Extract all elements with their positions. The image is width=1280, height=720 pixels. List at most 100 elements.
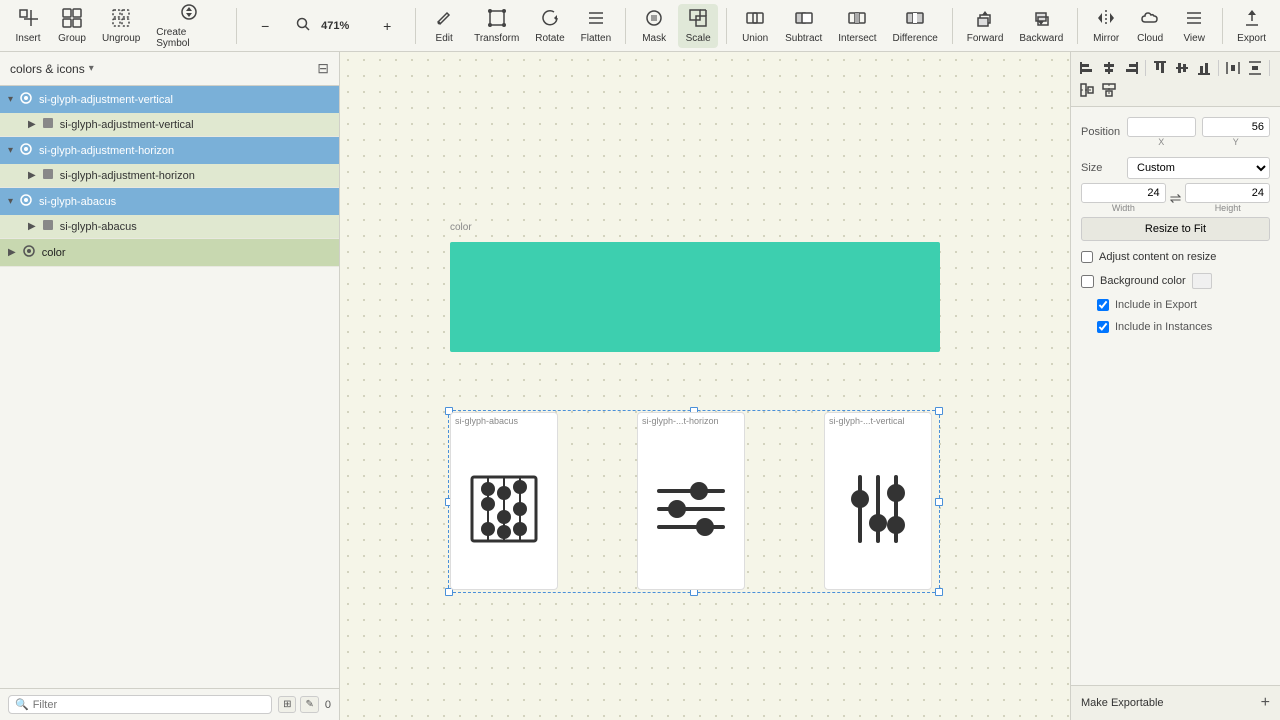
create-symbol-label: Create Symbol: [156, 27, 222, 49]
flatten-tool[interactable]: Flatten: [575, 4, 618, 48]
flatten-label: Flatten: [581, 33, 612, 44]
icon-frame-vertical[interactable]: si-glyph-...t-vertical: [824, 412, 932, 590]
handle-br[interactable]: [935, 588, 943, 596]
difference-tool[interactable]: Difference: [887, 4, 944, 48]
canvas[interactable]: color si-glyph-abacus: [340, 52, 1070, 720]
position-y-input[interactable]: [1202, 117, 1271, 137]
transform-tool[interactable]: Transform: [468, 4, 525, 48]
adjust-content-checkbox[interactable]: [1081, 251, 1093, 263]
divider-1: [236, 8, 237, 44]
include-instances-checkbox[interactable]: [1097, 321, 1109, 333]
group-tool[interactable]: Group: [52, 4, 92, 48]
distribute-h-button[interactable]: [1223, 58, 1243, 78]
insert-tool[interactable]: Insert: [8, 4, 48, 48]
filter-input[interactable]: [33, 699, 265, 711]
sidebar-collapse-button[interactable]: ⊟: [317, 60, 329, 77]
align-center-h-button[interactable]: [1099, 58, 1119, 78]
sidebar-title-text: colors & icons: [10, 62, 85, 76]
distribute-v-button[interactable]: [1245, 58, 1265, 78]
align-extra-1[interactable]: [1077, 80, 1097, 100]
tree-child-adjustment-vertical[interactable]: ▶ si-glyph-adjustment-vertical: [0, 113, 339, 136]
align-extra-2[interactable]: [1099, 80, 1119, 100]
union-tool[interactable]: Union: [735, 4, 775, 48]
size-section: Size Custom Fixed Stretch Width ⇌: [1081, 157, 1270, 241]
group-symbol-icon: [19, 91, 33, 108]
align-top-button[interactable]: [1150, 58, 1170, 78]
grid-view-button[interactable]: ⊞: [278, 696, 296, 713]
align-bottom-button[interactable]: [1194, 58, 1214, 78]
position-y-label: Y: [1202, 137, 1271, 147]
width-label: Width: [1081, 203, 1166, 213]
link-icon[interactable]: ⇌: [1170, 190, 1182, 207]
size-dropdown[interactable]: Custom Fixed Stretch: [1127, 157, 1270, 179]
handle-tr[interactable]: [935, 407, 943, 415]
rotate-tool[interactable]: Rotate: [529, 4, 570, 48]
group-icon: [62, 8, 82, 31]
zoom-out-tool[interactable]: −: [245, 15, 285, 37]
tree-group-label-2: si-glyph-adjustment-horizon: [39, 145, 174, 157]
edit-view-button[interactable]: ✎: [300, 696, 318, 713]
width-input[interactable]: [1081, 183, 1166, 203]
tree-child-adjustment-horizon[interactable]: ▶ si-glyph-adjustment-horizon: [0, 164, 339, 187]
position-x-input[interactable]: [1127, 117, 1196, 137]
tree-child-label-2: si-glyph-adjustment-horizon: [60, 170, 195, 182]
background-color-swatch[interactable]: [1192, 273, 1212, 289]
backward-tool[interactable]: Backward: [1013, 4, 1069, 48]
tree-child-chevron: ▶: [28, 119, 36, 130]
mask-tool[interactable]: Mask: [634, 4, 674, 48]
forward-tool[interactable]: Forward: [961, 4, 1010, 48]
icon-frame-abacus[interactable]: si-glyph-abacus: [450, 412, 558, 590]
create-symbol-icon: [179, 2, 199, 25]
tree-group-header-color[interactable]: ▶ color: [0, 239, 339, 266]
group-symbol-icon-2: [19, 142, 33, 159]
scale-tool[interactable]: Scale: [678, 4, 718, 48]
view-icon: [1184, 8, 1204, 31]
align-right-button[interactable]: [1121, 58, 1141, 78]
height-input[interactable]: [1185, 183, 1270, 203]
sidebar-header: colors & icons ▾ ⊟: [0, 52, 339, 86]
chevron-down-icon: ▾: [8, 94, 13, 105]
align-divider-1: [1145, 60, 1146, 76]
zoom-in-tool[interactable]: +: [367, 15, 407, 37]
include-instances-row: Include in Instances: [1081, 321, 1270, 333]
background-color-checkbox[interactable]: [1081, 275, 1094, 288]
edit-icon: [434, 8, 454, 31]
create-symbol-tool[interactable]: Create Symbol: [150, 0, 228, 53]
subtract-tool[interactable]: Subtract: [779, 4, 828, 48]
include-export-checkbox[interactable]: [1097, 299, 1109, 311]
edit-tool[interactable]: Edit: [424, 4, 464, 48]
intersect-tool[interactable]: Intersect: [832, 4, 882, 48]
view-label: View: [1183, 33, 1205, 44]
height-label: Height: [1185, 203, 1270, 213]
group-symbol-icon-3: [19, 193, 33, 210]
tree-group-header-adjustment-horizon[interactable]: ▾ si-glyph-adjustment-horizon: [0, 137, 339, 164]
transform-icon: [487, 8, 507, 31]
ungroup-tool[interactable]: Ungroup: [96, 4, 146, 48]
tree-group-header-abacus[interactable]: ▾ si-glyph-abacus: [0, 188, 339, 215]
align-left-button[interactable]: [1077, 58, 1097, 78]
ungroup-label: Ungroup: [102, 33, 140, 44]
make-exportable-button[interactable]: +: [1261, 694, 1270, 712]
include-export-label: Include in Export: [1115, 299, 1197, 311]
color-rectangle[interactable]: [450, 242, 940, 352]
tree-child-label-3: si-glyph-abacus: [60, 221, 137, 233]
cloud-tool[interactable]: Cloud: [1130, 4, 1170, 48]
background-color-label: Background color: [1100, 275, 1186, 287]
view-tool[interactable]: View: [1174, 4, 1214, 48]
intersect-label: Intersect: [838, 33, 876, 44]
icon-frame-content-abacus: [460, 428, 548, 589]
tree-child-abacus[interactable]: ▶ si-glyph-abacus: [0, 215, 339, 238]
tree-group-header-adjustment-vertical[interactable]: ▾ si-glyph-adjustment-vertical: [0, 86, 339, 113]
divider-5: [952, 8, 953, 44]
mirror-tool[interactable]: Mirror: [1086, 4, 1126, 48]
handle-mr[interactable]: [935, 498, 943, 506]
forward-icon: [975, 8, 995, 31]
intersect-icon: [847, 8, 867, 31]
zoom-tool[interactable]: 471%: [289, 12, 363, 39]
tree-group-adjustment-vertical: ▾ si-glyph-adjustment-vertical ▶ si-glyp…: [0, 86, 339, 137]
chevron-right-icon: ▶: [8, 247, 16, 258]
icon-frame-horizon[interactable]: si-glyph-...t-horizon: [637, 412, 745, 590]
align-center-v-button[interactable]: [1172, 58, 1192, 78]
resize-to-fit-button[interactable]: Resize to Fit: [1081, 217, 1270, 241]
export-tool[interactable]: Export: [1231, 4, 1272, 48]
